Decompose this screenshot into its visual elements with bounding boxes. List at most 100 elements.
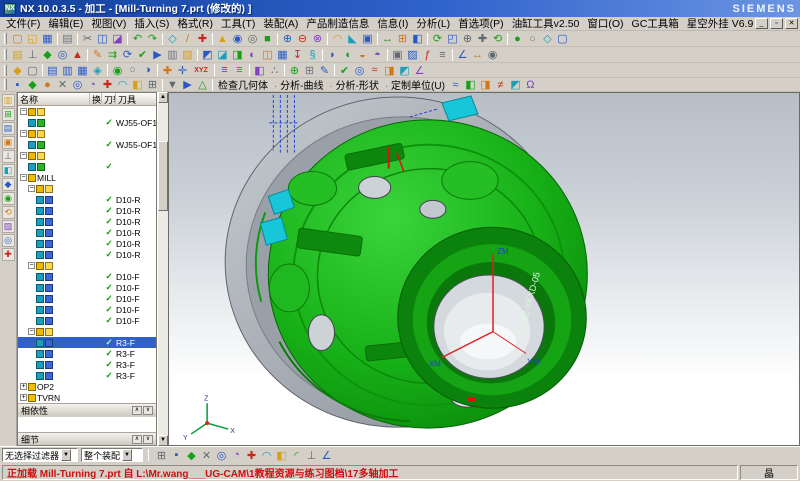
doc-minimize-button[interactable]: _	[755, 18, 768, 29]
angle-toggle-icon[interactable]: ∠	[319, 448, 334, 462]
face-mill-icon[interactable]: ▦	[275, 48, 290, 62]
datum-axis-icon[interactable]: /	[180, 32, 195, 46]
tool-library-icon[interactable]: ▨	[405, 48, 420, 62]
create-operation-icon[interactable]: ▲	[70, 48, 85, 62]
menu-item[interactable]: 格式(R)	[173, 16, 217, 31]
operation-row[interactable]: ✓D10-F	[18, 271, 156, 282]
operation-row[interactable]: ✓R3-F	[18, 348, 156, 359]
face-point-toggle-icon[interactable]: ◧	[274, 448, 289, 462]
graphics-window[interactable]: ZM XM YM MW-02-YKXD-05 Z X Y	[168, 92, 800, 446]
show-hide-icon[interactable]: ◉	[110, 63, 125, 77]
postprocess-icon[interactable]: ▥	[165, 48, 180, 62]
analysis-command-button[interactable]: 定制单位(U)	[382, 78, 448, 92]
snap-grid-icon[interactable]: ⊞	[145, 78, 160, 92]
tangent-toggle-icon[interactable]: ◜	[289, 448, 304, 462]
navigator-column-header[interactable]: 换	[90, 93, 102, 105]
expand-icon[interactable]: +	[20, 383, 27, 390]
operation-row[interactable]: ✓	[18, 161, 156, 172]
navigator-column-header[interactable]: 刀轨	[102, 93, 116, 105]
section-icon[interactable]: ◨	[478, 78, 493, 92]
turn-groove-icon[interactable]: ◒	[355, 48, 370, 62]
extrude-icon[interactable]: ▲	[215, 32, 230, 46]
menu-item[interactable]: 装配(A)	[259, 16, 302, 31]
top-view-icon[interactable]: ▤	[45, 63, 60, 77]
collapse-icon[interactable]: −	[20, 130, 27, 137]
details-expand-button[interactable]: ∧	[132, 435, 142, 444]
operation-row[interactable]: ✓R3-F	[18, 359, 156, 370]
chevron-down-icon[interactable]: ▼	[61, 449, 71, 461]
pan-icon[interactable]: ✚	[475, 32, 490, 46]
menu-item[interactable]: GC工具箱	[628, 16, 683, 31]
operation-row[interactable]: −	[18, 260, 156, 271]
operation-row[interactable]: ✓R3-F	[18, 337, 156, 348]
navigator-column-header[interactable]: 刀具	[116, 93, 156, 105]
front-view-icon[interactable]: ▢	[555, 32, 570, 46]
cavity-mill-icon[interactable]: ◩	[200, 48, 215, 62]
wcs-origin-icon[interactable]: ✛	[175, 63, 190, 77]
create-geometry-icon[interactable]: ◆	[40, 48, 55, 62]
plus-icon[interactable]: ⊕	[287, 63, 302, 77]
part-central-bore[interactable]	[398, 227, 587, 408]
menu-item[interactable]: 油缸工具v2.50	[508, 16, 584, 31]
operation-row[interactable]: −MILL	[18, 172, 156, 183]
trimetric-view-icon[interactable]: ◈	[90, 63, 105, 77]
machine-sim-icon[interactable]: ▣	[390, 48, 405, 62]
show-poles-icon[interactable]: ∴	[267, 63, 282, 77]
surface-analysis-icon[interactable]: ◧	[463, 78, 478, 92]
menu-item[interactable]: 工具(T)	[217, 16, 259, 31]
simulate-icon[interactable]: ▶	[150, 48, 165, 62]
constraint-navigator-icon[interactable]: ⊞	[2, 108, 15, 121]
snap-quadrant-icon[interactable]: ◔	[85, 78, 100, 92]
annotation-icon[interactable]: ✎	[317, 63, 332, 77]
xyz-axis-icon[interactable]: XYZ	[190, 63, 212, 77]
generate-toolpath-icon[interactable]: ⇉	[105, 48, 120, 62]
draft-analysis-icon[interactable]: ∠	[412, 63, 427, 77]
drill-icon[interactable]: ↧	[290, 48, 305, 62]
menu-item[interactable]: 产品制造信息	[302, 16, 373, 31]
menu-item[interactable]: 首选项(P)	[454, 16, 508, 31]
undo-icon[interactable]: ↶	[130, 32, 145, 46]
copy-icon[interactable]: ◫	[95, 32, 110, 46]
grid-icon[interactable]: ⊞	[302, 63, 317, 77]
endpoint-toggle-icon[interactable]: ▪	[169, 448, 184, 462]
layer-settings-icon[interactable]: ≡	[217, 63, 232, 77]
cut-icon[interactable]: ✂	[80, 32, 95, 46]
collapse-icon[interactable]: −	[28, 185, 35, 192]
operation-row[interactable]: −	[18, 183, 156, 194]
menu-item[interactable]: 星空外挂 V6.935F	[683, 16, 753, 31]
snap-existing-point-icon[interactable]: ✚	[100, 78, 115, 92]
menu-item[interactable]: 视图(V)	[87, 16, 130, 31]
snap-midpoint-icon[interactable]: ◆	[25, 78, 40, 92]
flowcut-icon[interactable]: ◐	[245, 48, 260, 62]
operation-row[interactable]: +TVRN	[18, 392, 156, 403]
operation-navigator-icon[interactable]: ▣	[2, 136, 15, 149]
perpendicular-toggle-icon[interactable]: ⊥	[304, 448, 319, 462]
shaded-view-icon[interactable]: ●	[510, 32, 525, 46]
general-selection-icon[interactable]: ▶	[180, 78, 195, 92]
snapshot-icon[interactable]: ▢	[25, 63, 40, 77]
print-icon[interactable]: ▤	[60, 32, 75, 46]
view-triad[interactable]: Z X Y	[183, 395, 235, 442]
collapse-icon[interactable]: −	[20, 152, 27, 159]
toolbar-grip[interactable]	[4, 33, 7, 44]
dependencies-bar[interactable]: 相依性 ∧ ∨	[18, 403, 156, 416]
fit-view-icon[interactable]: ◰	[445, 32, 460, 46]
check-geometry-icon[interactable]: ✔	[337, 63, 352, 77]
datum-plane-icon[interactable]: ◇	[165, 32, 180, 46]
reflection-analysis-icon[interactable]: ◩	[397, 63, 412, 77]
toolbar-grip[interactable]	[4, 79, 7, 90]
toolbar-grip[interactable]	[4, 49, 7, 60]
create-method-icon[interactable]: ◎	[55, 48, 70, 62]
doc-close-button[interactable]: ✕	[785, 18, 798, 29]
menu-item[interactable]: 插入(S)	[130, 16, 173, 31]
turn-rough-icon[interactable]: ◗	[325, 48, 340, 62]
menu-item[interactable]: 窗口(O)	[583, 16, 627, 31]
process-studio-icon[interactable]: ▨	[2, 220, 15, 233]
selection-filter-icon[interactable]: ▼	[165, 78, 180, 92]
operation-row[interactable]: ✓R3-F	[18, 370, 156, 381]
web-browser-icon[interactable]: ◉	[2, 192, 15, 205]
scrollbar-thumb[interactable]	[158, 141, 168, 211]
units-icon[interactable]: Ω	[523, 78, 538, 92]
wcs-dynamics-icon[interactable]: ✚	[160, 63, 175, 77]
midpoint-toggle-icon[interactable]: ◆	[184, 448, 199, 462]
